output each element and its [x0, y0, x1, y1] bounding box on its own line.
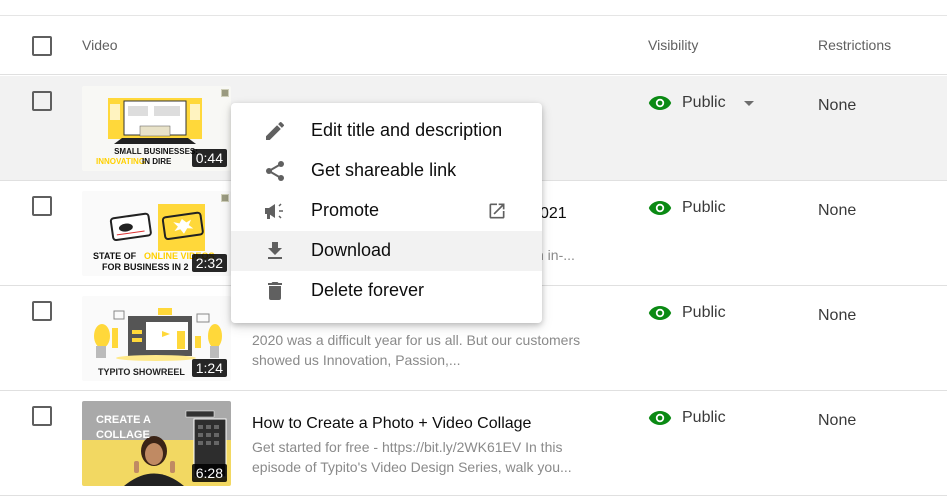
thumbnail-caption-rest: IN DIRE	[142, 157, 172, 166]
row-checkbox[interactable]	[32, 301, 52, 321]
visibility-label: Public	[682, 199, 726, 216]
menu-item-label: Delete forever	[311, 280, 425, 300]
thumbnail-caption: CREATE A	[96, 414, 151, 426]
select-all-checkbox[interactable]	[32, 36, 52, 56]
pencil-icon	[266, 121, 285, 140]
restrictions-value: None	[818, 202, 857, 219]
thumbnail-caption-line-2: FOR BUSINESS IN 2	[102, 262, 189, 272]
processing-badge-icon	[221, 194, 229, 202]
restrictions-value: None	[818, 307, 857, 324]
table-header: Video Visibility Restrictions	[0, 16, 947, 75]
row-checkbox[interactable]	[32, 91, 52, 111]
share-icon	[266, 161, 284, 181]
chevron-down-icon[interactable]	[743, 100, 754, 106]
restrictions-value: None	[818, 412, 857, 429]
download-icon	[268, 242, 282, 259]
video-duration: 2:32	[191, 254, 227, 272]
visibility-status[interactable]: Public	[648, 199, 726, 217]
thumbnail-caption: SMALL BUSINESSES:	[114, 147, 198, 156]
video-thumbnail[interactable]: CREATE A COLLAGE 6:28	[82, 401, 231, 486]
row-checkbox[interactable]	[32, 196, 52, 216]
video-description: 2020 was a difficult year for us all. Bu…	[252, 332, 581, 368]
column-header-video: Video	[82, 37, 118, 53]
eye-icon	[648, 96, 672, 110]
video-description: n in-...	[536, 247, 575, 263]
menu-item-share-link[interactable]: Get shareable link	[231, 151, 542, 191]
video-thumbnail[interactable]: TYPITO SHOWREEL 1:24	[82, 296, 231, 381]
eye-icon	[648, 201, 672, 215]
trash-icon	[268, 282, 282, 300]
menu-item-delete-forever[interactable]: Delete forever	[231, 271, 542, 311]
video-description: Get started for free - https://bit.ly/2W…	[252, 439, 572, 475]
video-duration: 6:28	[191, 464, 227, 482]
menu-item-label: Get shareable link	[311, 160, 457, 180]
processing-badge-icon	[221, 89, 229, 97]
megaphone-icon	[265, 203, 283, 219]
visibility-label: Public	[682, 409, 726, 426]
column-header-restrictions[interactable]: Restrictions	[818, 37, 891, 53]
visibility-dropdown[interactable]: Public	[648, 94, 754, 112]
video-duration: 0:44	[191, 149, 227, 167]
thumbnail-caption: TYPITO SHOWREEL	[98, 367, 185, 377]
video-thumbnail[interactable]: STATE OF ONLINE VIDEOS FOR BUSINESS IN 2…	[82, 191, 231, 276]
menu-item-label: Edit title and description	[311, 120, 503, 140]
open-in-new-icon	[489, 203, 505, 219]
restrictions-value: None	[818, 97, 857, 114]
visibility-label: Public	[682, 94, 726, 111]
menu-item-label: Promote	[311, 200, 380, 220]
column-header-visibility[interactable]: Visibility	[648, 37, 698, 53]
video-duration: 1:24	[191, 359, 227, 377]
video-thumbnail[interactable]: SMALL BUSINESSES: INNOVATING IN DIRE 0:4…	[82, 86, 231, 171]
video-title[interactable]: How to Create a Photo + Video Collage	[252, 415, 531, 433]
eye-icon	[648, 411, 672, 425]
thumbnail-caption: STATE OF	[93, 251, 137, 261]
menu-item-edit-title[interactable]: Edit title and description	[231, 111, 542, 151]
table-row[interactable]: CREATE A COLLAGE 6:28 How to Create a Ph…	[0, 391, 947, 496]
thumbnail-caption-line-2: COLLAGE	[96, 429, 150, 441]
menu-item-label: Download	[311, 240, 392, 260]
video-options-menu: Edit title and description Get shareable…	[231, 103, 542, 323]
menu-item-promote[interactable]: Promote	[231, 191, 542, 231]
video-title[interactable]: 021	[540, 205, 567, 223]
visibility-label: Public	[682, 304, 726, 321]
visibility-status[interactable]: Public	[648, 409, 726, 427]
eye-icon	[648, 306, 672, 320]
visibility-status[interactable]: Public	[648, 304, 726, 322]
row-checkbox[interactable]	[32, 406, 52, 426]
thumbnail-caption-accent: INNOVATING	[96, 157, 145, 166]
menu-item-download[interactable]: Download	[231, 231, 542, 271]
